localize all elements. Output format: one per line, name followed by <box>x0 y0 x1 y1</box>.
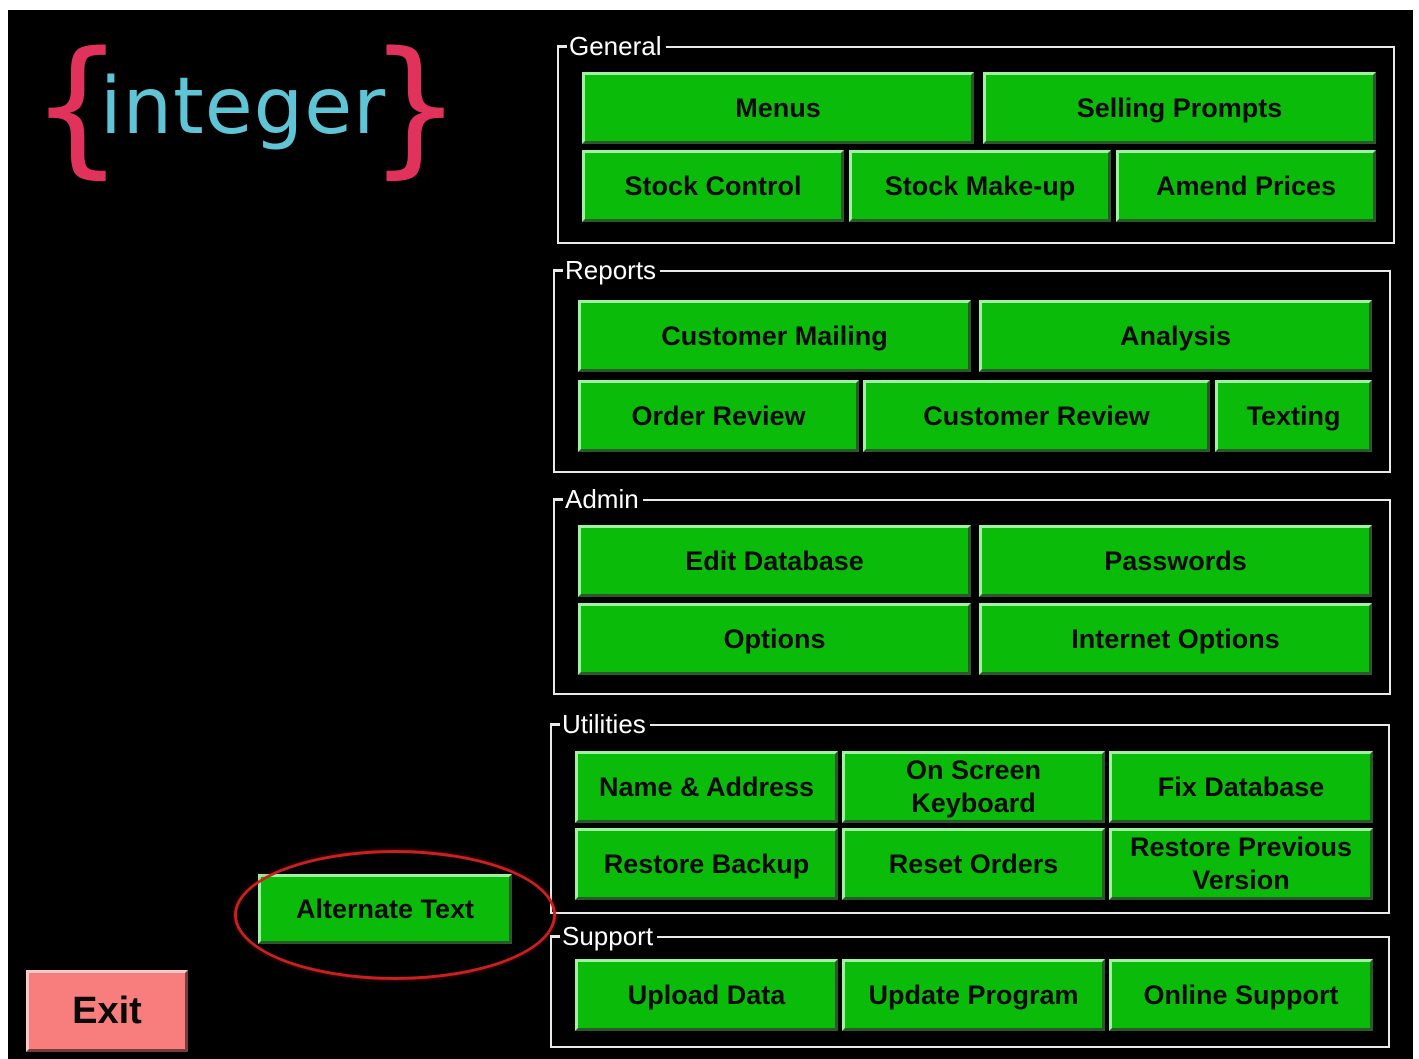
restore-backup-button[interactable]: Restore Backup <box>575 828 838 900</box>
passwords-button[interactable]: Passwords <box>979 525 1372 597</box>
integer-logo: { integer } <box>30 32 462 200</box>
update-program-button[interactable]: Update Program <box>842 959 1105 1031</box>
main-window: { integer } General Menus Selling Prompt… <box>8 10 1413 1059</box>
restore-previous-version-button[interactable]: Restore Previous Version <box>1109 828 1373 900</box>
upload-data-button[interactable]: Upload Data <box>575 959 838 1031</box>
edit-database-button[interactable]: Edit Database <box>578 525 971 597</box>
logo-word: integer <box>100 62 387 152</box>
options-button[interactable]: Options <box>578 603 971 675</box>
support-group: Support Upload Data Update Program Onlin… <box>549 921 1390 1048</box>
stock-control-button[interactable]: Stock Control <box>582 150 844 222</box>
amend-prices-button[interactable]: Amend Prices <box>1116 150 1376 222</box>
reports-legend: Reports <box>552 255 661 285</box>
admin-legend: Admin <box>553 484 643 514</box>
stock-make-up-button[interactable]: Stock Make-up <box>849 150 1111 222</box>
utilities-legend: Utilities <box>550 709 650 739</box>
reports-group: Reports Customer Mailing Analysis Order … <box>552 255 1391 473</box>
reset-orders-button[interactable]: Reset Orders <box>842 828 1105 900</box>
fix-database-button[interactable]: Fix Database <box>1109 751 1373 823</box>
texting-button[interactable]: Texting <box>1215 380 1372 452</box>
customer-mailing-button[interactable]: Customer Mailing <box>578 300 971 372</box>
online-support-button[interactable]: Online Support <box>1109 959 1373 1031</box>
general-legend: General <box>557 31 666 61</box>
internet-options-button[interactable]: Internet Options <box>979 603 1372 675</box>
selling-prompts-button[interactable]: Selling Prompts <box>983 72 1376 144</box>
alternate-text-button[interactable]: Alternate Text <box>258 874 512 944</box>
logo-right-brace: } <box>368 20 463 192</box>
customer-review-button[interactable]: Customer Review <box>863 380 1210 452</box>
support-legend: Support <box>549 921 658 951</box>
utilities-group: Utilities Name & Address On Screen Keyboa… <box>550 709 1390 914</box>
general-group: General Menus Selling Prompts Stock Cont… <box>557 31 1395 244</box>
menus-button[interactable]: Menus <box>582 72 974 144</box>
order-review-button[interactable]: Order Review <box>578 380 859 452</box>
exit-button[interactable]: Exit <box>26 970 188 1052</box>
admin-group: Admin Edit Database Passwords Options In… <box>553 484 1391 695</box>
analysis-button[interactable]: Analysis <box>979 300 1372 372</box>
name-address-button[interactable]: Name & Address <box>575 751 838 823</box>
on-screen-keyboard-button[interactable]: On Screen Keyboard <box>842 751 1105 823</box>
